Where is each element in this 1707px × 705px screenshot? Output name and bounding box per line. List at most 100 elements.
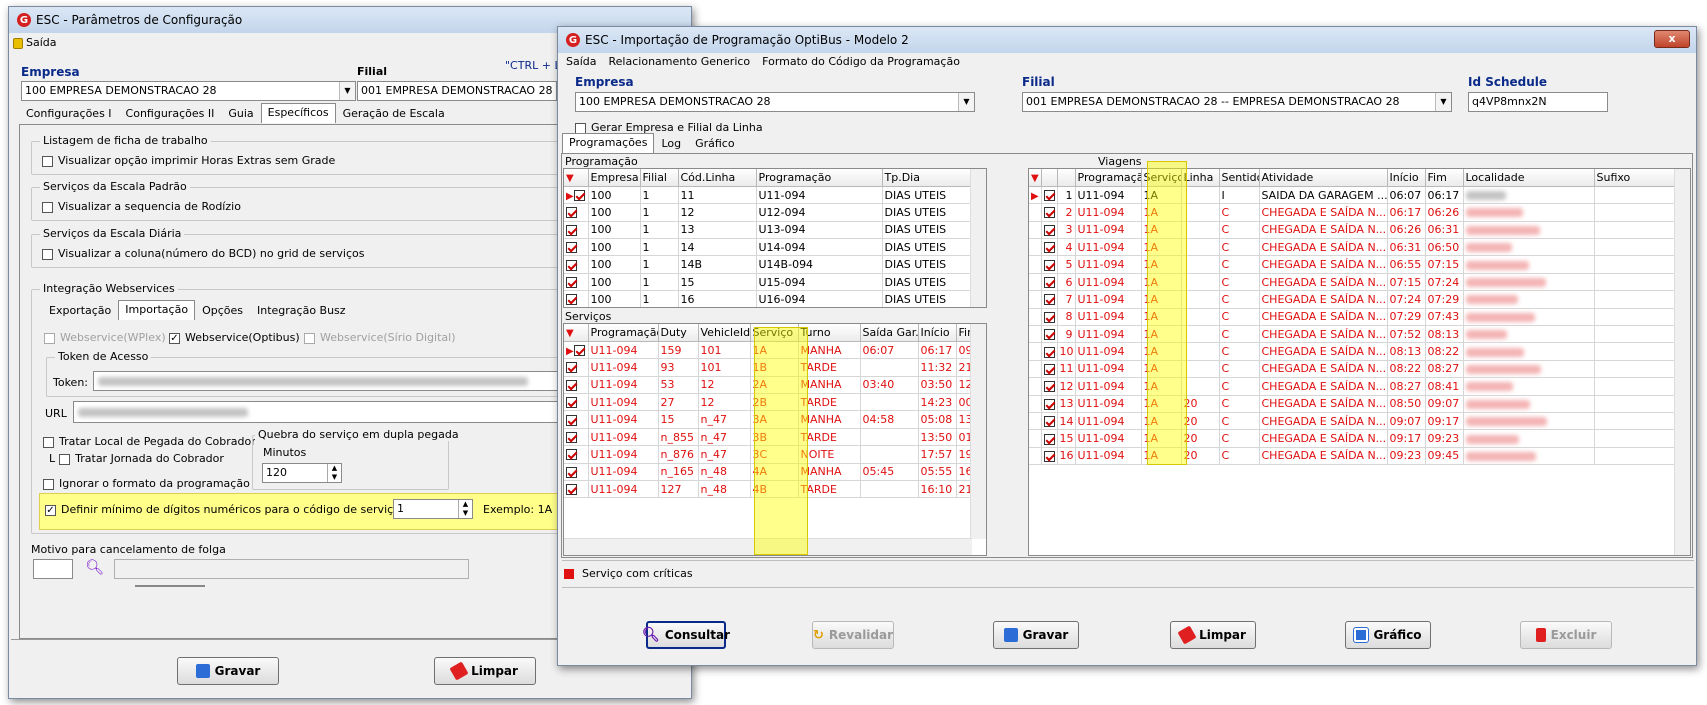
grafico-button[interactable]: Gráfico	[1345, 621, 1431, 649]
checkbox-checked-icon[interactable]	[1043, 381, 1055, 393]
tab-programacoes[interactable]: Programações	[562, 133, 655, 153]
table-row[interactable]: 7 U11-094 1A C CHEGADA E SAÍDA N... 07:24 07:2…	[1029, 290, 1677, 309]
table-row[interactable]: ▶ 100 1 11 U11-094 DIAS UTEIS	[564, 186, 973, 205]
checkbox-checked-icon[interactable]	[566, 449, 577, 461]
limpar-button-1[interactable]: Limpar	[434, 657, 536, 685]
digitos-spinner[interactable]: 1 ▲ ▼	[393, 499, 473, 519]
checkbox-checked-icon[interactable]	[566, 484, 577, 496]
filial-combo-2[interactable]: 001 EMPRESA DEMONSTRACAO 28 -- EMPRESA D…	[1022, 92, 1452, 112]
programacao-grid[interactable]: ▼ Empresa Filial Cód.Linha Programação Tp.Dia…	[563, 168, 987, 308]
table-row[interactable]: 11 U11-094 1A C CHEGADA E SAÍDA N... 08:22 08:…	[1029, 360, 1677, 379]
serv-col-header[interactable]: Início	[918, 324, 957, 342]
chevron-down-icon[interactable]: ▼	[1435, 93, 1451, 111]
checkbox-checked-icon[interactable]	[566, 414, 577, 426]
via-col-header[interactable]: Linha	[1181, 169, 1220, 187]
via-col-header[interactable]: Programação	[1075, 169, 1142, 187]
checkbox-checked-icon[interactable]	[1043, 433, 1055, 445]
checkbox-checked-icon[interactable]	[1043, 277, 1055, 289]
via-col-header[interactable]	[1057, 169, 1076, 187]
via-col-header[interactable]: Atividade	[1259, 169, 1388, 187]
table-row[interactable]: 3 U11-094 1A C CHEGADA E SAÍDA N... 06:26 06:3…	[1029, 221, 1677, 240]
table-row[interactable]: 100 1 14 U14-094 DIAS UTEIS	[564, 238, 973, 257]
serv-col-header[interactable]: Saída Gar.	[860, 324, 919, 342]
table-row[interactable]: 2 U11-094 1A C CHEGADA E SAÍDA N... 06:17 06:2…	[1029, 203, 1677, 222]
checkbox-checked-icon[interactable]	[573, 345, 585, 357]
table-row[interactable]: 12 U11-094 1A C CHEGADA E SAÍDA N... 08:27 08:…	[1029, 377, 1677, 396]
table-row[interactable]: 13 U11-094 1A 20 C CHEGADA E SAÍDA N... 08:50 0…	[1029, 395, 1677, 413]
tab-especificos[interactable]: Específicos	[260, 103, 336, 123]
via-col-header[interactable]: Sentido	[1219, 169, 1260, 187]
table-row[interactable]: U11-09427122BTARDE14:2300:45	[564, 393, 973, 412]
serv-col-header[interactable]: Duty	[658, 324, 699, 342]
chk-tratar-jornada[interactable]: L Tratar Jornada do Cobrador	[49, 452, 224, 465]
table-row[interactable]: 100 1 15 U15-094 DIAS UTEIS	[564, 273, 973, 292]
menu-relacionamento[interactable]: Relacionamento Generico	[609, 55, 751, 68]
chk-tratar-local[interactable]: Tratar Local de Pegada do Cobrador	[43, 435, 256, 448]
menu-formato-codigo[interactable]: Formato do Código da Programação	[762, 55, 960, 68]
table-row[interactable]: U11-094n_855n_473BTARDE13:5001:15	[564, 428, 973, 447]
table-row[interactable]: 100 1 12 U12-094 DIAS UTEIS	[564, 203, 973, 222]
via-col-header[interactable]: Localidade	[1463, 169, 1595, 187]
spinner-icon[interactable]: ▲ ▼	[327, 464, 341, 482]
checkbox-checked-icon[interactable]	[566, 259, 577, 271]
close-icon[interactable]: x	[1654, 30, 1690, 48]
checkbox-checked-icon[interactable]	[566, 242, 577, 254]
table-row[interactable]: 10 U11-094 1A C CHEGADA E SAÍDA N... 08:13 08:…	[1029, 342, 1677, 361]
prog-col-header[interactable]: Cód.Linha	[678, 169, 757, 187]
checkbox-checked-icon[interactable]	[1043, 294, 1055, 306]
table-row[interactable]: ▶U11-0941591011AMANHA06:0706:1709:45	[564, 341, 973, 360]
chk-rodizio[interactable]: Visualizar a sequencia de Rodízio	[42, 200, 241, 213]
checkbox-checked-icon[interactable]	[1043, 363, 1055, 375]
tab-config-1[interactable]: Configurações I	[19, 104, 119, 123]
table-row[interactable]: U11-094127n_484BTARDE16:1021:00	[564, 480, 973, 499]
gravar-button-1[interactable]: Gravar	[177, 657, 279, 685]
consultar-button[interactable]: 🔍︎ Consultar	[642, 621, 730, 649]
checkbox-checked-icon[interactable]	[1043, 311, 1055, 323]
serv-col-header[interactable]: Serviço	[750, 324, 799, 342]
serv-col-header[interactable]: VehicleId	[698, 324, 751, 342]
programacao-scrollbar[interactable]	[970, 169, 986, 307]
serv-col-header[interactable]: Programação	[588, 324, 659, 342]
table-row[interactable]: U11-094n_165n_484AMANHA05:4505:5516:00	[564, 463, 973, 482]
table-row[interactable]: 100 1 13 U13-094 DIAS UTEIS	[564, 221, 973, 240]
chk-bcd[interactable]: Visualizar a coluna(número do BCD) no gr…	[42, 247, 365, 260]
table-row[interactable]: 15 U11-094 1A 20 C CHEGADA E SAÍDA N... 09:17 0…	[1029, 429, 1677, 448]
servicos-hscrollbar[interactable]	[564, 538, 972, 555]
table-row[interactable]: 5 U11-094 1A C CHEGADA E SAÍDA N... 06:55 07:1…	[1029, 255, 1677, 274]
chk-sirio[interactable]: Webservice(Sírio Digital)	[304, 331, 456, 344]
checkbox-checked-icon[interactable]	[566, 277, 577, 289]
table-row[interactable]: U11-09415n_473AMANHA04:5805:0813:40	[564, 410, 973, 429]
chevron-down-icon[interactable]: ▼	[958, 93, 974, 111]
empresa-combo[interactable]: 100 EMPRESA DEMONSTRACAO 28 ▼	[21, 81, 356, 101]
table-row[interactable]: ▶ 1 U11-094 1A I SAIDA DA GARAGEM ... 06:07 06:…	[1029, 186, 1677, 205]
spinner-icon[interactable]: ▲ ▼	[458, 500, 472, 518]
checkbox-checked-icon[interactable]	[566, 379, 577, 391]
filial-combo[interactable]: 001 EMPRESA DEMONSTRACAO 28	[357, 81, 557, 101]
servicos-grid[interactable]: ▼ Programação Duty VehicleId Serviço Turno Saí…	[563, 323, 987, 556]
empresa-combo-2[interactable]: 100 EMPRESA DEMONSTRACAO 28 ▼	[575, 92, 975, 112]
prog-col-header[interactable]: Empresa	[588, 169, 641, 187]
table-row[interactable]: 100 1 16 U16-094 DIAS UTEIS	[564, 290, 973, 307]
tab-guia[interactable]: Guia	[221, 104, 260, 123]
checkbox-checked-icon[interactable]	[1043, 346, 1055, 358]
viagens-scrollbar[interactable]	[1674, 169, 1690, 555]
checkbox-checked-icon[interactable]	[566, 294, 577, 306]
prog-col-header[interactable]: Tp.Dia	[882, 169, 973, 187]
table-row[interactable]: 8 U11-094 1A C CHEGADA E SAÍDA N... 07:29 07:4…	[1029, 308, 1677, 327]
gravar-button-2[interactable]: Gravar	[993, 621, 1079, 649]
checkbox-checked-icon[interactable]	[1043, 259, 1055, 271]
tab-opcoes[interactable]: Opções	[195, 301, 250, 320]
search-icon[interactable]: 🔍︎	[85, 558, 104, 576]
prog-col-header[interactable]: Programação	[756, 169, 883, 187]
menu-saida[interactable]: Saída	[13, 36, 57, 49]
table-row[interactable]: 4 U11-094 1A C CHEGADA E SAÍDA N... 06:31 06:5…	[1029, 238, 1677, 257]
checkbox-checked-icon[interactable]	[1043, 450, 1055, 462]
servicos-scrollbar[interactable]	[970, 324, 986, 539]
checkbox-checked-icon[interactable]	[573, 190, 585, 202]
tab-grafico[interactable]: Gráfico	[688, 134, 742, 153]
tab-log[interactable]: Log	[654, 134, 688, 153]
checkbox-checked-icon[interactable]	[566, 432, 577, 444]
revalidar-button[interactable]: ↻ Revalidar	[812, 621, 894, 649]
checkbox-checked-icon[interactable]	[1043, 416, 1055, 428]
prog-col-header[interactable]: Filial	[640, 169, 679, 187]
